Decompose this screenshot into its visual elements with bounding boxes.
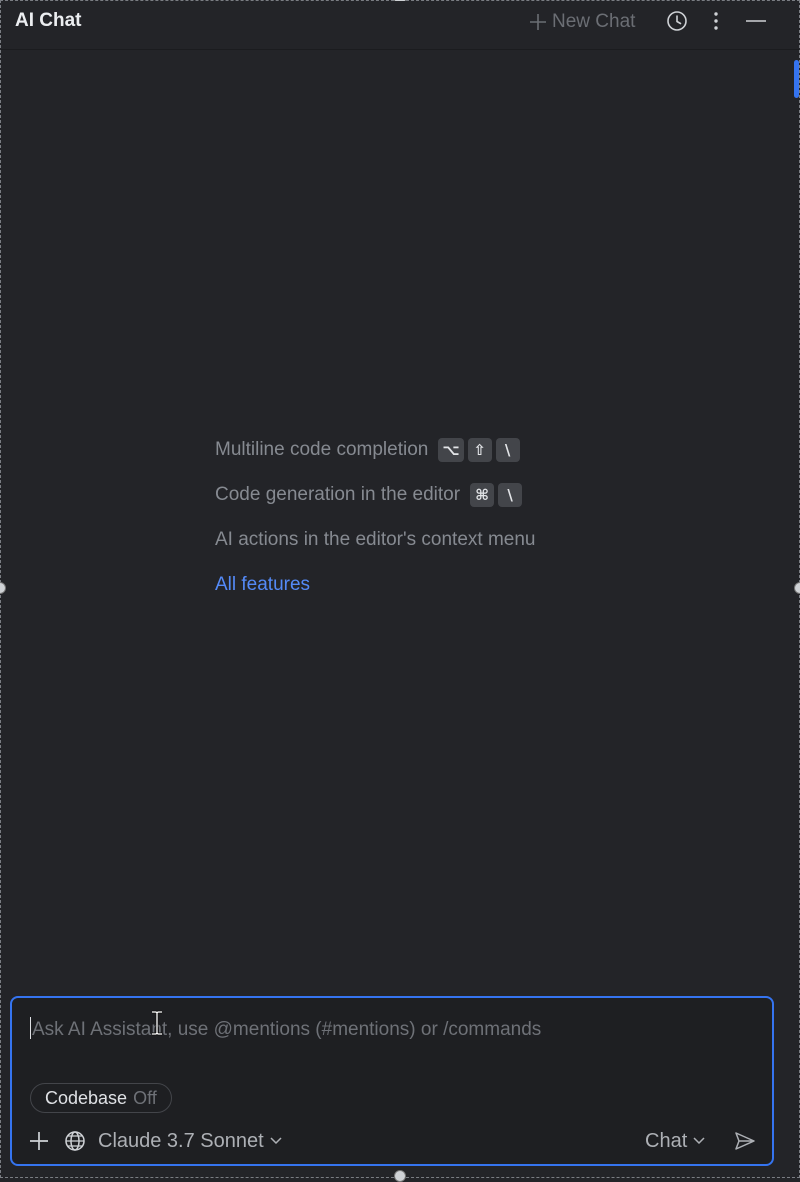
history-icon[interactable] <box>665 9 689 33</box>
tip-label: Code generation in the editor <box>215 483 461 505</box>
option-key: ⌥ <box>438 437 464 462</box>
text-cursor-icon <box>150 1010 164 1036</box>
plus-icon[interactable] <box>27 1129 51 1153</box>
tip-row: Multiline code completion ⌥ ⇧ \ <box>215 427 535 472</box>
model-label: Claude 3.7 Sonnet <box>98 1129 264 1152</box>
tip-row: AI actions in the editor's context menu <box>215 517 535 562</box>
resize-handle-right[interactable] <box>794 582 800 594</box>
chevron-down-icon <box>270 1137 282 1145</box>
new-chat-button[interactable]: New Chat <box>528 9 635 35</box>
tip-label: AI actions in the editor's context menu <box>215 528 536 550</box>
chat-header: AI Chat New Chat <box>1 1 799 50</box>
codebase-toggle[interactable]: Codebase Off <box>30 1083 172 1113</box>
resize-handle-bottom[interactable] <box>394 1170 406 1182</box>
mode-selector[interactable]: Chat <box>645 1127 705 1155</box>
all-features-link[interactable]: All features <box>215 574 310 596</box>
mode-label: Chat <box>645 1129 688 1152</box>
more-vertical-icon[interactable] <box>704 9 728 33</box>
chat-input-box: Codebase Off Claude 3.7 Sonnet Chat <box>10 996 774 1166</box>
tip-row: Code generation in the editor ⌘ \ <box>215 472 535 517</box>
shortcut-keys: ⌥ ⇧ \ <box>438 437 520 462</box>
scrollbar-indicator[interactable] <box>794 60 799 98</box>
tip-label: Multiline code completion <box>215 438 429 460</box>
minimize-icon[interactable] <box>744 9 768 33</box>
backslash-key: \ <box>495 437 520 462</box>
input-toolbar: Claude 3.7 Sonnet Chat <box>12 1126 772 1156</box>
prompt-input[interactable] <box>30 1014 754 1046</box>
codebase-label: Codebase <box>45 1087 128 1108</box>
chevron-down-icon <box>693 1137 705 1145</box>
shortcut-keys: ⌘ \ <box>470 482 523 507</box>
backslash-key: \ <box>498 482 523 507</box>
model-selector[interactable]: Claude 3.7 Sonnet <box>98 1127 282 1155</box>
command-key: ⌘ <box>470 482 495 507</box>
plus-icon <box>528 12 548 32</box>
codebase-state: Off <box>133 1087 157 1108</box>
new-chat-label: New Chat <box>552 11 636 32</box>
globe-icon[interactable] <box>63 1129 87 1153</box>
tip-row: All features <box>215 562 535 607</box>
feature-tips: Multiline code completion ⌥ ⇧ \ Code gen… <box>215 436 535 607</box>
send-icon[interactable] <box>733 1129 757 1153</box>
text-caret <box>30 1017 31 1039</box>
shift-key: ⇧ <box>467 437 492 462</box>
panel-title: AI Chat <box>15 10 82 31</box>
